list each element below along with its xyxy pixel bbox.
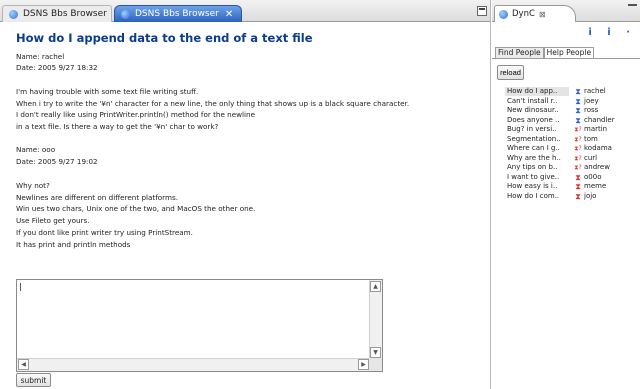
- scrollbar-corner: [369, 358, 382, 371]
- hourglass-question-icon: ⧗?: [574, 145, 582, 152]
- hourglass-icon: ⧗: [575, 172, 581, 182]
- thread-list-item[interactable]: How do I app.. ⧗ rachel: [504, 87, 638, 97]
- vertical-scrollbar[interactable]: ▲ ▼: [369, 280, 382, 359]
- hourglass-question-icon: ⧗?: [574, 135, 582, 143]
- reload-button[interactable]: reload: [497, 65, 524, 80]
- editor-pane: DSNS Bbs Browser DSNS Bbs Browser ✕ How …: [0, 0, 491, 389]
- thread-title: I want to give..: [507, 172, 560, 181]
- hourglass-question-icon: ⧗?: [574, 154, 582, 162]
- thread-title: Bug? in versi..: [507, 125, 557, 133]
- thread-title: Segmentation..: [507, 134, 561, 143]
- thread-user: jojo: [584, 191, 597, 200]
- dync-view: DynC ⊠ i i · Find People Help People rel…: [492, 0, 640, 389]
- tab-label: DSNS Bbs Browser: [23, 9, 107, 19]
- post-line: Date: 2005 9/27 18:32: [16, 63, 98, 72]
- thread-list-item[interactable]: I want to give.. ⧗ o00o: [504, 173, 638, 183]
- thread-user: curl: [584, 153, 598, 162]
- thread-list-item[interactable]: Bug? in versi.. ⧗? martin: [504, 125, 638, 135]
- horizontal-scrollbar[interactable]: ◀ ▶: [17, 358, 370, 371]
- post-line: When i try to write the '¥n' character f…: [16, 99, 410, 108]
- post-line: Name: ooo: [16, 145, 56, 154]
- thread-list-item[interactable]: Why are the h.. ⧗? curl: [504, 154, 638, 164]
- post-line: Use Fileto get yours.: [16, 216, 90, 225]
- thread-title: How do I app..: [505, 87, 569, 96]
- thread-user: joey: [584, 96, 599, 105]
- thread-list-item[interactable]: Any tips on b.. ⧗? andrew: [504, 163, 638, 173]
- thread-list-item[interactable]: Segmentation.. ⧗? tom: [504, 135, 638, 145]
- hourglass-question-icon: ⧗?: [574, 164, 582, 171]
- dync-globe-icon: [499, 9, 508, 19]
- scroll-left-arrow-icon[interactable]: ◀: [18, 359, 29, 370]
- post-line: It has print and println methods: [16, 240, 131, 249]
- hourglass-icon: ⧗: [575, 182, 581, 191]
- thread-list-item[interactable]: How do I com.. ⧗ jojo: [504, 192, 638, 202]
- thread-title: How easy is i..: [507, 182, 558, 190]
- thread-title: How do I com..: [507, 191, 560, 200]
- thread-user: tom: [584, 134, 598, 143]
- reply-textarea[interactable]: |: [17, 280, 370, 359]
- panel-tabs: Find People Help People: [495, 47, 595, 58]
- thread-title: New dinosaur..: [507, 106, 559, 114]
- post-line: Why not?: [16, 181, 50, 190]
- tab-label: DSNS Bbs Browser: [135, 9, 219, 19]
- submit-button[interactable]: submit: [16, 373, 51, 387]
- thread-list-item[interactable]: Does anyone .. ⧗ chandler: [504, 116, 638, 126]
- close-icon[interactable]: ✕: [225, 9, 233, 20]
- panel-tab-divider: [492, 58, 640, 59]
- post-line: If you dont like print writer try using …: [16, 228, 193, 237]
- thread-title: Can't install r..: [507, 96, 558, 105]
- scroll-right-arrow-icon[interactable]: ▶: [358, 359, 369, 370]
- info-icons[interactable]: i i ·: [588, 27, 636, 38]
- view-tab-strip: DynC ⊠: [492, 0, 640, 22]
- scroll-down-arrow-icon[interactable]: ▼: [370, 347, 381, 358]
- post-line: Win ues two chars, Unix one of the two, …: [16, 204, 256, 213]
- thread-user: o00o: [584, 172, 602, 181]
- minimize-button[interactable]: [477, 6, 487, 16]
- thread-title: Why are the h..: [507, 153, 561, 162]
- post-content: How do I append data to the end of a tex…: [0, 22, 490, 389]
- thread-title: Where can I g..: [507, 144, 560, 152]
- thread-user: andrew: [584, 163, 610, 171]
- thread-user: chandler: [584, 115, 615, 124]
- hourglass-icon: ⧗: [575, 87, 581, 96]
- thread-list: How do I app.. ⧗ rachel Can't install r.. ⧗ j…: [504, 87, 638, 201]
- thread-user: martin: [584, 125, 608, 133]
- hourglass-icon: ⧗: [575, 191, 581, 201]
- reply-textarea-container: | ▲ ▼ ◀ ▶: [16, 279, 383, 372]
- editor-tab-strip: DSNS Bbs Browser DSNS Bbs Browser ✕: [0, 0, 490, 22]
- view-close-icon[interactable]: ⊠: [539, 10, 546, 19]
- tab-dsns-bbs-browser-1[interactable]: DSNS Bbs Browser: [2, 5, 112, 22]
- thread-title: Any tips on b..: [507, 163, 558, 171]
- post-line: Name: rachel: [16, 52, 65, 61]
- browser-globe-icon: [9, 9, 18, 19]
- post-title: How do I append data to the end of a tex…: [16, 31, 313, 45]
- thread-user: ross: [584, 106, 599, 114]
- post-line: Newlines are different on different plat…: [16, 193, 179, 202]
- thread-user: rachel: [584, 87, 606, 95]
- hourglass-icon: ⧗: [575, 96, 581, 106]
- browser-globe-icon: [121, 9, 130, 19]
- thread-list-item[interactable]: How easy is i.. ⧗ meme: [504, 182, 638, 192]
- hourglass-question-icon: ⧗?: [574, 126, 582, 133]
- post-line: I'm having trouble with some text file w…: [16, 87, 199, 96]
- post-line: Date: 2005 9/27 19:02: [16, 157, 98, 166]
- thread-title: Does anyone ..: [507, 115, 560, 124]
- view-tab-label: DynC: [512, 9, 535, 19]
- thread-list-item[interactable]: Can't install r.. ⧗ joey: [504, 97, 638, 107]
- tab-dync[interactable]: DynC ⊠: [494, 5, 576, 22]
- hourglass-icon: ⧗: [575, 106, 581, 115]
- tab-dsns-bbs-browser-2[interactable]: DSNS Bbs Browser ✕: [114, 5, 242, 22]
- tab-find-people[interactable]: Find People: [495, 47, 544, 58]
- post-line: I don't really like using PrintWriter.pr…: [16, 110, 255, 119]
- post-line: in a text file. Is there a way to get th…: [16, 122, 219, 131]
- thread-list-item[interactable]: New dinosaur.. ⧗ ross: [504, 106, 638, 116]
- scroll-up-arrow-icon[interactable]: ▲: [370, 281, 381, 292]
- thread-list-item[interactable]: Where can I g.. ⧗? kodama: [504, 144, 638, 154]
- view-minimize-button[interactable]: [628, 4, 637, 10]
- tab-help-people[interactable]: Help People: [543, 47, 595, 58]
- thread-user: meme: [584, 182, 607, 190]
- hourglass-icon: ⧗: [575, 115, 581, 125]
- thread-user: kodama: [584, 144, 612, 152]
